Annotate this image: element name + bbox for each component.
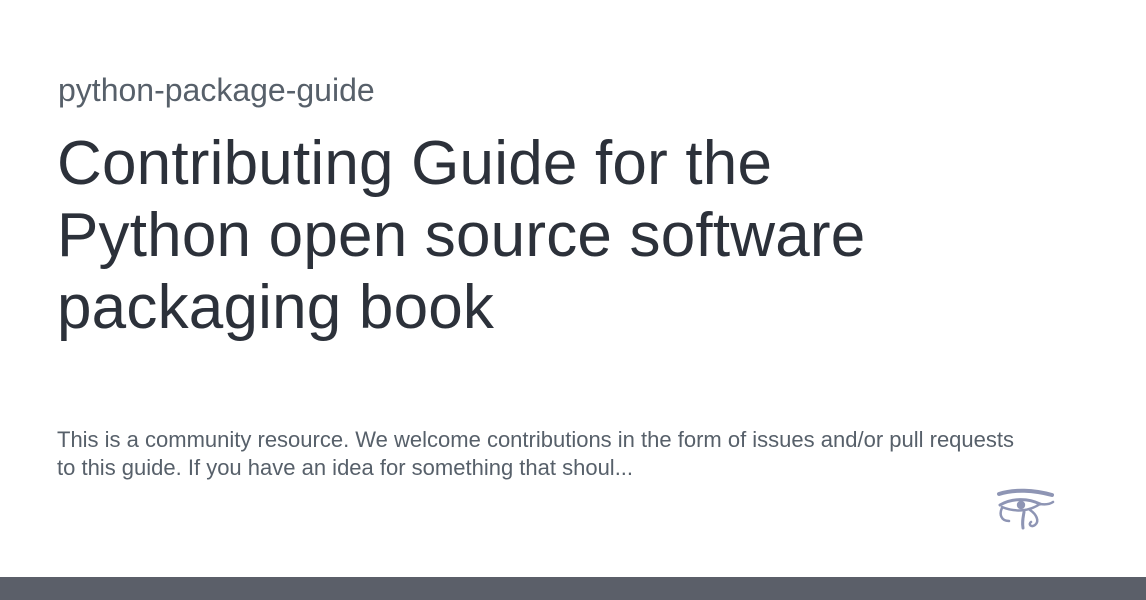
page-title: Contributing Guide for the Python open s… xyxy=(57,129,866,342)
description: This is a community resource. We welcome… xyxy=(57,427,1014,480)
eye-of-horus-icon xyxy=(996,488,1056,532)
social-preview-card: python-package-guide Contributing Guide … xyxy=(0,0,1146,600)
repo-name: python-package-guide xyxy=(58,72,375,108)
bottom-bar xyxy=(0,577,1146,600)
